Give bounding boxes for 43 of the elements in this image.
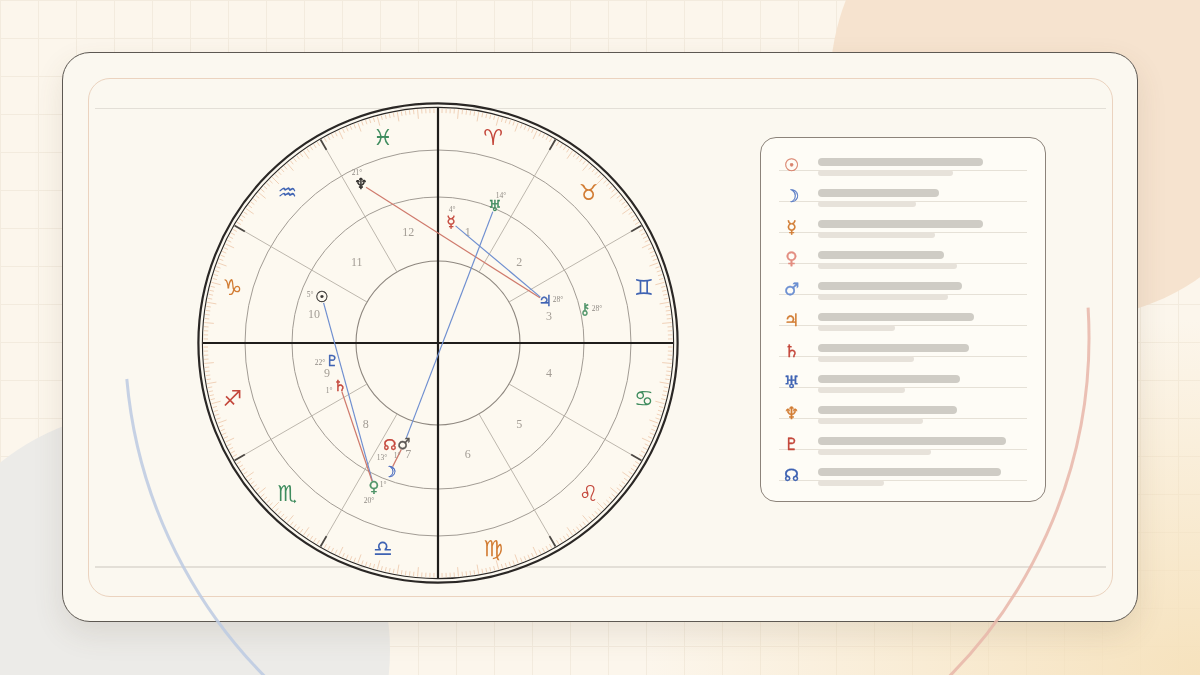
house-number: 2: [515, 254, 522, 269]
placeholder-bar: [817, 479, 884, 486]
house-number: 1: [464, 224, 471, 239]
house-number: 8: [362, 416, 369, 431]
house-number: 5: [515, 416, 522, 431]
planet-glyph: ♅: [782, 371, 801, 394]
planet-glyph: ♃: [782, 309, 801, 332]
house-number: 12: [401, 224, 414, 239]
house-number: 11: [350, 254, 362, 269]
planet-glyph: ☽: [782, 185, 801, 208]
planet-glyph: ♂: [782, 278, 801, 301]
planet-glyph: ☊: [782, 464, 801, 487]
planet-glyph: ♀: [368, 477, 379, 496]
planet-glyph: ♆: [782, 402, 801, 425]
zodiac-sign-glyph: ♈: [482, 124, 503, 150]
planet-glyph: ♇: [782, 433, 801, 456]
zodiac-sign-glyph: ♓: [372, 124, 393, 150]
zodiac-sign-glyph: ♒: [277, 179, 297, 205]
zodiac-sign-glyph: ♊: [633, 274, 654, 300]
planet-glyph: ♃: [537, 291, 552, 310]
planet-glyph: ♄: [782, 340, 801, 363]
planet-glyph: ♀: [784, 247, 799, 270]
house-number: 10: [307, 306, 320, 321]
zodiac-sign-glyph: ♎: [372, 535, 393, 561]
zodiac-sign-glyph: ♏: [277, 480, 297, 506]
zodiac-sign-glyph: ♌: [578, 480, 598, 506]
zodiac-sign-glyph: ♍: [482, 535, 503, 561]
planet-glyph: ⚷: [579, 299, 590, 318]
house-number: 6: [464, 446, 471, 461]
house-number: 4: [545, 365, 552, 380]
planet-glyph: ☿: [445, 212, 456, 231]
planet-glyph: ☽: [382, 462, 397, 481]
zodiac-sign-glyph: ♐: [221, 385, 242, 411]
planet-glyph: ☉: [782, 154, 801, 177]
zodiac-sign-glyph: ♋: [633, 385, 654, 411]
planet-glyph: ☊: [382, 435, 397, 454]
zodiac-sign-glyph: ♑: [221, 274, 242, 300]
zodiac-sign-glyph: ♉: [578, 179, 598, 205]
house-number: 3: [545, 308, 552, 323]
planet-glyph: ♆: [353, 174, 368, 193]
planet-glyph: ☿: [785, 216, 798, 239]
planet-glyph: ☉: [314, 287, 329, 306]
planet-glyph: ♄: [332, 376, 347, 395]
